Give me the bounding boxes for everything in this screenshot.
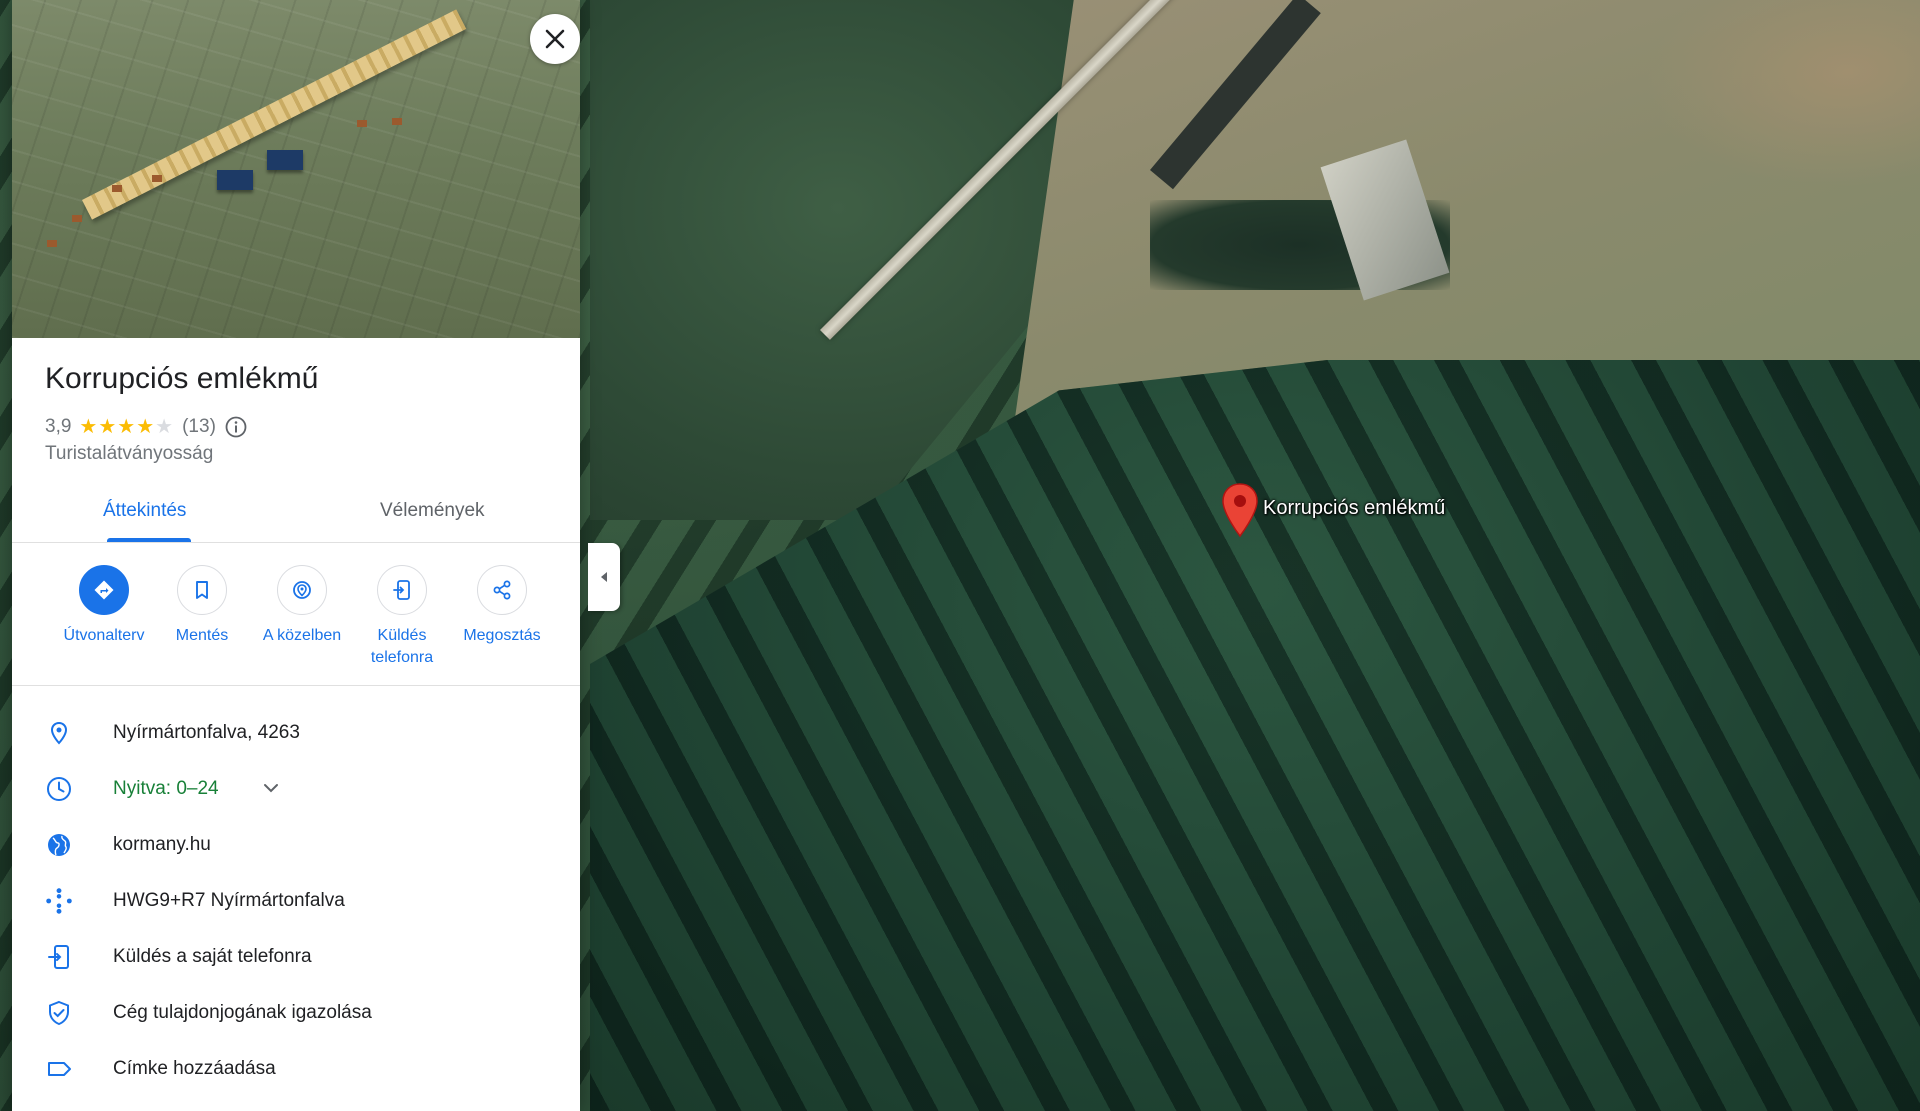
tab-overview[interactable]: Áttekintés (103, 500, 186, 522)
rating-row: 3,9 ★★★★★ (13) (45, 414, 248, 439)
share-icon (493, 580, 511, 600)
send-to-phone-icon (48, 945, 69, 969)
tab-bar: Áttekintés Vélemények (12, 482, 580, 543)
tab-reviews[interactable]: Vélemények (380, 500, 485, 522)
bookmark-icon (196, 581, 208, 599)
nearby-label: A közelben (262, 627, 342, 644)
send-to-phone-label: Küldés telefonra (370, 627, 434, 666)
label-icon (48, 1062, 71, 1076)
plus-code-icon (46, 888, 72, 914)
place-category[interactable]: Turistalátványosság (45, 443, 213, 465)
map-pin-icon[interactable] (1220, 482, 1260, 538)
plus-code-row[interactable]: HWG9+R7 Nyírmártonfalva (12, 873, 580, 929)
place-title: Korrupciós emlékmű (45, 362, 319, 395)
address-row[interactable]: Nyírmártonfalva, 4263 (12, 705, 580, 761)
claim-business-row[interactable]: Cég tulajdonjogának igazolása (12, 985, 580, 1041)
collapse-panel-button[interactable] (588, 543, 620, 611)
photo-object (112, 185, 122, 192)
send-to-phone-row[interactable]: Küldés a saját telefonra (12, 929, 580, 985)
send-to-phone-button[interactable]: Küldés telefonra (347, 565, 457, 669)
photo-object (152, 175, 162, 182)
photo-object (357, 120, 367, 127)
location-pin-icon (50, 721, 68, 745)
caret-left-icon (601, 572, 607, 582)
share-button[interactable]: Megosztás (447, 565, 557, 647)
hours-row[interactable]: Nyitva: 0–24 (12, 761, 580, 817)
place-photo[interactable] (12, 0, 580, 338)
directions-icon (94, 580, 114, 600)
chevron-down-icon[interactable] (260, 777, 282, 799)
address-text: Nyírmártonfalva, 4263 (113, 722, 300, 743)
rating-value: 3,9 (45, 415, 72, 437)
directions-label: Útvonalterv (63, 627, 145, 644)
hours-text: Nyitva: 0–24 (113, 778, 219, 799)
website-row[interactable]: kormany.hu (12, 817, 580, 873)
save-label: Mentés (175, 627, 229, 644)
share-label: Megosztás (463, 627, 541, 644)
photo-object (392, 118, 402, 125)
plus-code-text: HWG9+R7 Nyírmártonfalva (113, 890, 345, 911)
action-bar: Útvonalterv Mentés A közelben Küldés tel… (12, 545, 580, 686)
nearby-icon (293, 581, 311, 599)
map-marker-label[interactable]: Korrupciós emlékmű (1263, 497, 1445, 520)
clock-icon (47, 777, 71, 801)
add-label-row[interactable]: Címke hozzáadása (12, 1041, 580, 1097)
place-details-panel: Korrupciós emlékmű 3,9 ★★★★★ (13) Turist… (12, 0, 580, 1111)
directions-button[interactable]: Útvonalterv (49, 565, 159, 647)
globe-icon (48, 834, 70, 856)
active-tab-indicator (107, 538, 191, 542)
close-icon (545, 29, 565, 49)
star-rating-icon[interactable]: ★★★★★ (79, 414, 174, 439)
review-count[interactable]: (13) (182, 416, 216, 438)
nearby-button[interactable]: A közelben (247, 565, 357, 647)
info-list: Nyírmártonfalva, 4263 Nyitva: 0–24 korma… (12, 705, 580, 1097)
verified-shield-icon (49, 1000, 69, 1026)
info-icon[interactable] (224, 415, 248, 439)
website-text: kormany.hu (113, 834, 211, 855)
close-button[interactable] (530, 14, 580, 64)
photo-object (47, 240, 57, 247)
send-to-phone-text: Küldés a saját telefonra (113, 946, 312, 967)
claim-business-text: Cég tulajdonjogának igazolása (113, 1002, 372, 1023)
add-label-text: Címke hozzáadása (113, 1058, 276, 1079)
save-button[interactable]: Mentés (147, 565, 257, 647)
send-to-phone-icon (393, 580, 410, 600)
photo-shelter (267, 150, 303, 170)
photo-object (72, 215, 82, 222)
photo-shelter (217, 170, 253, 190)
photo-walkway (82, 9, 467, 220)
